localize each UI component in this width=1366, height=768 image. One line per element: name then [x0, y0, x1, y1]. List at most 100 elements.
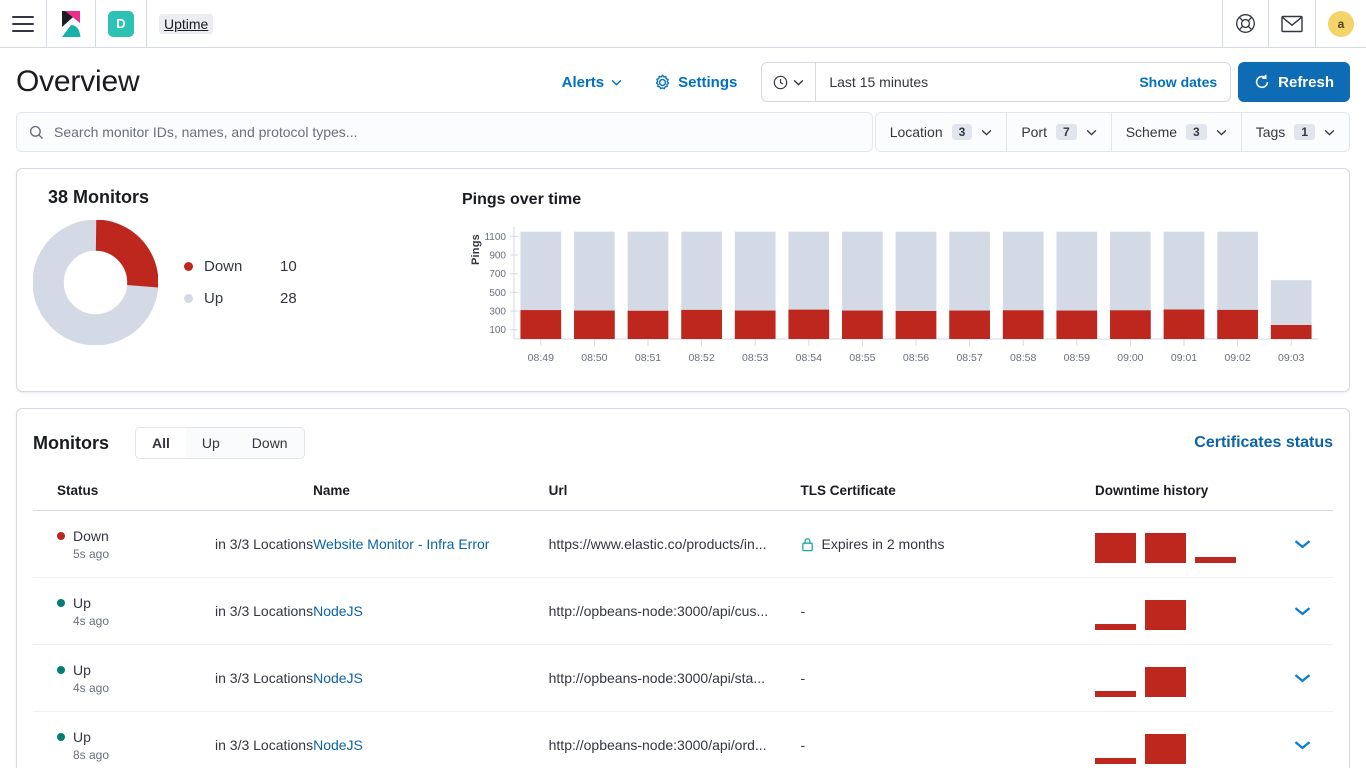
x-axis-tick-label: 08:59 — [1064, 352, 1090, 364]
deployment-badge[interactable]: D — [96, 0, 147, 48]
help-button[interactable] — [1223, 0, 1269, 48]
page-title: Overview — [16, 65, 139, 99]
monitor-status-filter-tabs: AllUpDown — [135, 427, 305, 459]
bar-segment-up[interactable] — [896, 232, 937, 311]
quick-select-button[interactable] — [762, 63, 816, 101]
settings-label: Settings — [678, 74, 737, 91]
refresh-button[interactable]: Refresh — [1238, 62, 1350, 102]
bar-segment-down[interactable] — [896, 311, 937, 339]
status-timestamp: 5s ago — [73, 547, 215, 561]
table-row[interactable]: Up4s agoin 3/3 LocationsNodeJShttp://opb… — [33, 645, 1333, 712]
filter-scheme[interactable]: Scheme3 — [1112, 113, 1242, 151]
bar-segment-down[interactable] — [1003, 310, 1044, 339]
monitor-name-link[interactable]: Website Monitor - Infra Error — [313, 536, 489, 552]
cell-url: https://www.elastic.co/products/in... — [549, 511, 801, 578]
pings-over-time-section: Pings over time Pings 100300500700900110… — [448, 185, 1333, 373]
breadcrumb-uptime-link[interactable]: Uptime — [159, 14, 213, 34]
alerts-menu-button[interactable]: Alerts — [546, 74, 639, 91]
bar-segment-down[interactable] — [842, 311, 883, 339]
bar-segment-up[interactable] — [788, 232, 829, 310]
search-icon — [29, 125, 44, 140]
legend-item-up[interactable]: Up28 — [184, 283, 297, 315]
bar-segment-down[interactable] — [1164, 310, 1205, 339]
bar-segment-down[interactable] — [788, 310, 829, 339]
bar-segment-up[interactable] — [1003, 232, 1044, 311]
monitors-title: Monitors — [33, 433, 109, 454]
monitor-url[interactable]: https://www.elastic.co/products/in... — [549, 536, 767, 552]
tab-all[interactable]: All — [136, 428, 186, 458]
bar-segment-up[interactable] — [842, 232, 883, 311]
chevron-down-icon — [1294, 539, 1311, 549]
bar-segment-up[interactable] — [1110, 232, 1151, 311]
bar-segment-up[interactable] — [1217, 232, 1258, 310]
notifications-mail-button[interactable] — [1269, 0, 1316, 48]
downtime-history-sparkline[interactable] — [1095, 659, 1275, 697]
monitor-url[interactable]: http://opbeans-node:3000/api/sta... — [549, 670, 765, 686]
bar-segment-down[interactable] — [1217, 310, 1258, 339]
cell-downtime-history — [1095, 511, 1275, 578]
bar-segment-down[interactable] — [1271, 325, 1312, 339]
bar-segment-down[interactable] — [628, 311, 669, 339]
y-axis-tick-label: 900 — [489, 251, 506, 262]
certificates-status-link[interactable]: Certificates status — [1194, 434, 1333, 452]
filter-location[interactable]: Location3 — [876, 113, 1008, 151]
menu-toggle-button[interactable] — [0, 0, 47, 48]
table-row[interactable]: Up4s agoin 3/3 LocationsNodeJShttp://opb… — [33, 578, 1333, 645]
bar-segment-up[interactable] — [681, 232, 722, 310]
table-row[interactable]: Up8s agoin 3/3 LocationsNodeJShttp://opb… — [33, 712, 1333, 768]
bar-segment-up[interactable] — [628, 232, 669, 311]
date-range-value[interactable]: Last 15 minutes — [816, 63, 1126, 101]
chevron-down-icon — [611, 79, 622, 86]
chevron-down-icon — [1294, 606, 1311, 616]
user-menu-button[interactable]: a — [1316, 0, 1366, 48]
monitor-name-link[interactable]: NodeJS — [313, 603, 363, 619]
search-input[interactable] — [54, 124, 860, 140]
date-picker[interactable]: Last 15 minutes Show dates — [761, 62, 1231, 102]
pings-over-time-bar-chart[interactable]: 100300500700900110008:4908:5008:5108:520… — [462, 223, 1330, 373]
downtime-history-sparkline[interactable] — [1095, 525, 1275, 563]
filter-tags[interactable]: Tags1 — [1242, 113, 1349, 151]
bar-segment-down[interactable] — [681, 310, 722, 339]
expand-row-button[interactable] — [1275, 673, 1333, 683]
status-dot — [57, 599, 65, 607]
bar-segment-down[interactable] — [1110, 310, 1151, 339]
bar-segment-down[interactable] — [1056, 311, 1097, 339]
filter-port[interactable]: Port7 — [1007, 113, 1111, 151]
table-row[interactable]: Down5s agoin 3/3 LocationsWebsite Monito… — [33, 511, 1333, 578]
monitor-url[interactable]: http://opbeans-node:3000/api/cus... — [549, 603, 769, 619]
tab-up[interactable]: Up — [186, 428, 236, 458]
bar-segment-up[interactable] — [1164, 232, 1205, 310]
bar-segment-down[interactable] — [949, 311, 990, 339]
bar-segment-up[interactable] — [574, 232, 615, 311]
filter-count-badge: 3 — [1186, 124, 1207, 140]
expand-row-button[interactable] — [1275, 740, 1333, 750]
kibana-home-link[interactable] — [47, 0, 96, 48]
monitor-url[interactable]: http://opbeans-node:3000/api/ord... — [549, 737, 767, 753]
bar-segment-down[interactable] — [574, 311, 615, 339]
expand-row-button[interactable] — [1275, 539, 1333, 549]
cell-url: http://opbeans-node:3000/api/sta... — [549, 645, 801, 712]
chevron-down-icon — [793, 79, 804, 86]
show-dates-button[interactable]: Show dates — [1126, 63, 1230, 101]
monitor-name-link[interactable]: NodeJS — [313, 737, 363, 753]
x-axis-tick-label: 09:02 — [1224, 352, 1250, 364]
monitor-name-link[interactable]: NodeJS — [313, 670, 363, 686]
hamburger-menu-icon[interactable] — [12, 16, 34, 32]
search-box[interactable] — [16, 112, 873, 152]
bar-segment-up[interactable] — [520, 232, 561, 310]
legend-item-down[interactable]: Down10 — [184, 251, 297, 283]
downtime-history-sparkline[interactable] — [1095, 592, 1275, 630]
bar-segment-down[interactable] — [520, 310, 561, 339]
bar-segment-up[interactable] — [949, 232, 990, 311]
bar-segment-down[interactable] — [735, 311, 776, 339]
downtime-history-sparkline[interactable] — [1095, 726, 1275, 764]
downtime-bar — [1145, 667, 1186, 697]
expand-row-button[interactable] — [1275, 606, 1333, 616]
bar-segment-up[interactable] — [1271, 280, 1312, 325]
bar-segment-up[interactable] — [735, 232, 776, 311]
settings-button[interactable]: Settings — [638, 74, 753, 91]
tab-down[interactable]: Down — [236, 428, 304, 458]
bar-segment-up[interactable] — [1056, 232, 1097, 311]
breadcrumb[interactable]: Uptime — [147, 0, 225, 48]
cell-url: http://opbeans-node:3000/api/ord... — [549, 712, 801, 768]
